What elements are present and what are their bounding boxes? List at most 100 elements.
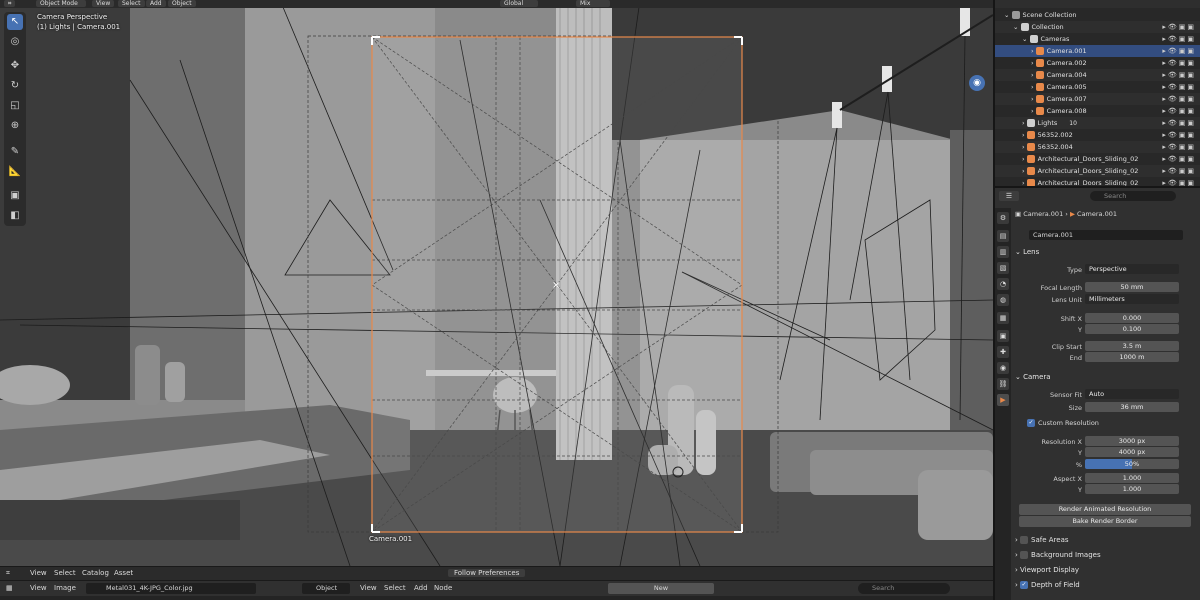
chevron-down-icon[interactable]: ⌄ xyxy=(1013,23,1021,31)
new-material-button[interactable]: New xyxy=(608,583,714,594)
aspect-x-field[interactable]: 1.000 xyxy=(1085,473,1179,483)
object-tab-icon[interactable]: ▣ xyxy=(997,330,1009,342)
node-menu-node[interactable]: Node xyxy=(434,584,452,592)
menu-object[interactable]: Object xyxy=(168,0,196,7)
checkbox-unchecked-icon[interactable] xyxy=(1020,536,1029,544)
mode-dropdown[interactable]: Object Mode xyxy=(36,0,86,7)
image-menu-view[interactable]: View xyxy=(30,584,47,592)
asset-menu-select[interactable]: Select xyxy=(54,569,76,577)
add-cube-tool-icon[interactable]: ▣ xyxy=(7,188,23,204)
asset-menu-catalog[interactable]: Catalog xyxy=(82,569,109,577)
resolution-y-field[interactable]: 4000 px xyxy=(1085,447,1179,457)
visibility-toggles-icon[interactable]: ▸👁▣▣ xyxy=(1162,93,1196,105)
menu-view[interactable]: View xyxy=(92,0,115,7)
chevron-right-icon[interactable]: › xyxy=(1022,131,1027,139)
move-tool-icon[interactable]: ✥ xyxy=(7,58,23,74)
outliner-row[interactable]: › Camera.002 ▸👁▣▣ xyxy=(995,57,1200,69)
node-menu-view[interactable]: View xyxy=(360,584,377,592)
outliner-row[interactable]: › Lights 10 ▸👁▣▣ xyxy=(995,117,1200,129)
image-datablock-field[interactable]: Metal031_4K-JPG_Color.jpg xyxy=(86,583,256,594)
aspect-y-field[interactable]: 1.000 xyxy=(1085,484,1179,494)
depth-of-field-section[interactable]: › ✓ Depth of Field xyxy=(1015,579,1200,591)
background-images-section[interactable]: › Background Images xyxy=(1015,549,1200,561)
visibility-toggles-icon[interactable]: ▸👁▣▣ xyxy=(1162,69,1196,81)
lens-section-header[interactable]: ⌄ Lens xyxy=(1015,246,1200,258)
follow-preferences-dropdown[interactable]: Follow Preferences xyxy=(448,569,526,577)
camera-datablock-field[interactable]: Camera.001 xyxy=(1029,230,1183,240)
visibility-toggles-icon[interactable]: ▸👁▣▣ xyxy=(1162,141,1196,153)
3d-viewport[interactable]: × ⌗ Object Mode View Select Add Object G… xyxy=(0,0,993,566)
collection-tab-icon[interactable]: ▦ xyxy=(997,312,1009,324)
visibility-toggles-icon[interactable]: ▸👁▣▣ xyxy=(1162,21,1196,33)
visibility-toggles-icon[interactable]: ▸👁▣▣ xyxy=(1162,57,1196,69)
viewport-display-section[interactable]: › Viewport Display xyxy=(1015,564,1200,576)
lens-type-dropdown[interactable]: Perspective xyxy=(1085,264,1179,274)
chevron-right-icon[interactable]: › xyxy=(1031,71,1036,79)
camera-section-header[interactable]: ⌄ Camera xyxy=(1015,371,1200,383)
scene-tab-icon[interactable]: ◔ xyxy=(997,278,1009,290)
asset-menu-view[interactable]: View xyxy=(30,569,47,577)
scale-tool-icon[interactable]: ◱ xyxy=(7,98,23,114)
chevron-right-icon[interactable]: › xyxy=(1022,143,1027,151)
clip-start-field[interactable]: 3.5 m xyxy=(1085,341,1179,351)
render-animated-resolution-button[interactable]: Render Animated Resolution xyxy=(1019,504,1191,515)
select-box-tool-icon[interactable]: ↖ xyxy=(7,14,23,30)
editor-type-icon[interactable]: ⌗ xyxy=(6,569,10,578)
chevron-right-icon[interactable]: › xyxy=(1031,95,1036,103)
measure-tool-icon[interactable]: 📐 xyxy=(7,164,23,180)
outliner-row[interactable]: › 56352.002 ▸👁▣▣ xyxy=(995,129,1200,141)
render-tab-icon[interactable]: ▤ xyxy=(997,230,1009,242)
annotate-tool-icon[interactable]: ✎ xyxy=(7,144,23,160)
asset-menu-asset[interactable]: Asset xyxy=(114,569,133,577)
editor-type-button[interactable]: ⌗ xyxy=(4,0,16,7)
outliner-row[interactable]: › Camera.004 ▸👁▣▣ xyxy=(995,69,1200,81)
image-editor-icon[interactable]: ▦ xyxy=(6,584,13,592)
sensor-size-field[interactable]: 36 mm xyxy=(1085,402,1179,412)
chevron-right-icon[interactable]: › xyxy=(1022,119,1027,127)
resolution-x-field[interactable]: 3000 px xyxy=(1085,436,1179,446)
visibility-toggles-icon[interactable]: ▸👁▣▣ xyxy=(1162,81,1196,93)
visibility-toggles-icon[interactable]: ▸👁▣▣ xyxy=(1162,45,1196,57)
outliner-row[interactable]: › Camera.007 ▸👁▣▣ xyxy=(995,93,1200,105)
outliner-row[interactable]: ⌄ Collection ▸👁▣▣ xyxy=(995,21,1200,33)
blend-mode-dropdown[interactable]: Mix xyxy=(576,0,610,7)
modifier-tab-icon[interactable]: ✚ xyxy=(997,346,1009,358)
cursor-tool-icon[interactable]: ◎ xyxy=(7,34,23,50)
node-menu-add[interactable]: Add xyxy=(414,584,428,592)
camera-data-tab-icon[interactable]: ▶ xyxy=(997,394,1009,406)
chevron-right-icon[interactable]: › xyxy=(1031,47,1036,55)
properties-editor-icon[interactable]: ☰ xyxy=(999,191,1019,201)
menu-select[interactable]: Select xyxy=(118,0,145,7)
checkbox-unchecked-icon[interactable] xyxy=(1020,551,1029,559)
chevron-right-icon[interactable]: › xyxy=(1031,107,1036,115)
view-layer-tab-icon[interactable]: ▧ xyxy=(997,262,1009,274)
chevron-right-icon[interactable]: › xyxy=(1031,83,1036,91)
world-tab-icon[interactable]: ◍ xyxy=(997,294,1009,306)
image-menu-image[interactable]: Image xyxy=(54,584,76,592)
constraints-tab-icon[interactable]: ⛓ xyxy=(997,378,1009,390)
outliner-row[interactable]: › Architectural_Doors_Sliding_02 ▸👁▣▣ xyxy=(995,165,1200,177)
chevron-right-icon[interactable]: › xyxy=(1031,59,1036,67)
node-object-dropdown[interactable]: Object xyxy=(302,583,350,594)
visibility-toggles-icon[interactable]: ▸👁▣▣ xyxy=(1162,153,1196,165)
add-object-tool-icon[interactable]: ◧ xyxy=(7,208,23,224)
visibility-toggles-icon[interactable]: ▸👁▣▣ xyxy=(1162,105,1196,117)
shift-y-field[interactable]: 0.100 xyxy=(1085,324,1179,334)
output-tab-icon[interactable]: ▥ xyxy=(997,246,1009,258)
outliner-row[interactable]: › Architectural_Doors_Sliding_02 ▸👁▣▣ xyxy=(995,153,1200,165)
properties-search-input[interactable]: Search xyxy=(1090,191,1176,201)
outliner-row[interactable]: › Camera.005 ▸👁▣▣ xyxy=(995,81,1200,93)
node-search-input[interactable]: Search xyxy=(858,583,950,594)
menu-add[interactable]: Add xyxy=(146,0,166,7)
focal-length-field[interactable]: 50 mm xyxy=(1085,282,1179,292)
visibility-toggles-icon[interactable]: ▸👁▣▣ xyxy=(1162,33,1196,45)
visibility-toggles-icon[interactable]: ▸👁▣▣ xyxy=(1162,165,1196,177)
tool-tab-icon[interactable]: ⚙ xyxy=(997,212,1009,224)
outliner-row[interactable]: › 56352.004 ▸👁▣▣ xyxy=(995,141,1200,153)
chevron-down-icon[interactable]: ⌄ xyxy=(1022,35,1030,43)
transform-tool-icon[interactable]: ⊕ xyxy=(7,118,23,134)
safe-areas-section[interactable]: › Safe Areas xyxy=(1015,534,1200,546)
rotate-tool-icon[interactable]: ↻ xyxy=(7,78,23,94)
outliner-row[interactable]: › Camera.008 ▸👁▣▣ xyxy=(995,105,1200,117)
outliner-row[interactable]: ⌄ Scene Collection xyxy=(995,9,1200,21)
